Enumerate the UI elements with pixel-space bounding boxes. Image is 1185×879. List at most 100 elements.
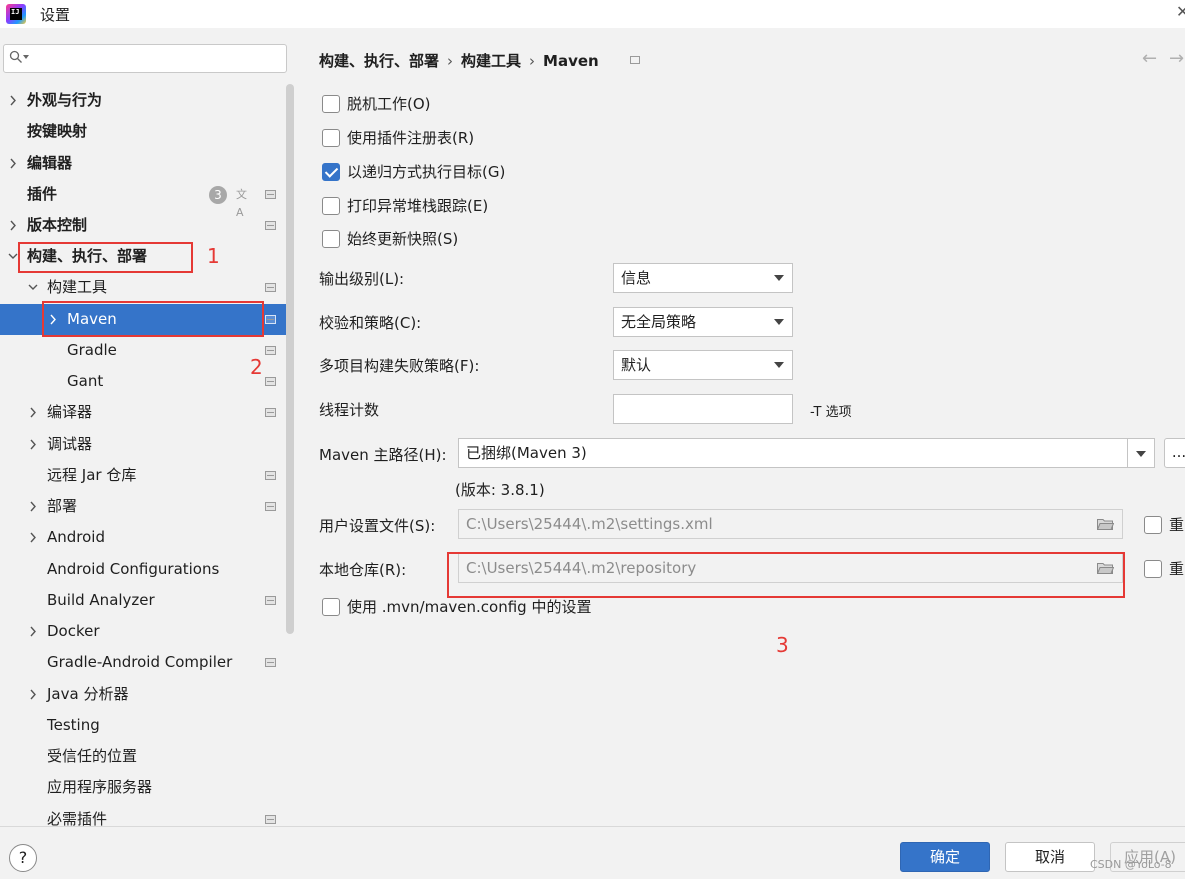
folder-icon[interactable] (1097, 518, 1114, 530)
chevron-down-icon[interactable] (8, 241, 18, 272)
sidebar-item[interactable]: 外观与行为 (0, 85, 286, 116)
sidebar-item[interactable]: Gradle (0, 335, 286, 366)
settings-sidebar: 外观与行为 按键映射 编辑器 插件 3 文A 版本控制 构建、执行、部署 构建工具 Maven Gr… (0, 28, 297, 826)
dialog-footer: ? 确定 取消 应用(A) CSDN @YoLo-8 (0, 826, 1185, 879)
chevron-right-icon[interactable] (28, 679, 38, 710)
sidebar-item-label: 编辑器 (27, 154, 73, 172)
threads-input[interactable] (613, 394, 793, 424)
threads-hint: -T 选项 (810, 405, 852, 420)
sidebar-item-label: Gradle-Android Compiler (47, 653, 233, 671)
cancel-button[interactable]: 取消 (1005, 842, 1095, 872)
multiproject-label: 多项目构建失败策略(F): (319, 357, 480, 375)
print-stack-label: 打印异常堆栈跟踪(E) (347, 197, 489, 215)
multiproject-value: 默认 (621, 356, 652, 374)
annotation-number-3: 3 (776, 633, 789, 657)
ok-button[interactable]: 确定 (900, 842, 990, 872)
chevron-right-icon[interactable] (8, 85, 18, 116)
breadcrumb-item-current: Maven (543, 52, 599, 70)
plugin-registry-checkbox[interactable] (322, 129, 340, 147)
maven-home-label: Maven 主路径(H): (319, 446, 447, 464)
sidebar-item[interactable]: Android Configurations (0, 554, 286, 585)
sidebar-item[interactable]: Testing (0, 710, 286, 741)
always-update-checkbox[interactable] (322, 230, 340, 248)
always-update-label: 始终更新快照(S) (347, 230, 459, 248)
sidebar-scrollbar[interactable] (286, 84, 294, 634)
sidebar-item[interactable]: Java 分析器 (0, 679, 286, 710)
chevron-down-icon[interactable] (28, 272, 38, 303)
print-stack-checkbox[interactable] (322, 197, 340, 215)
back-arrow-icon[interactable]: ← (1142, 48, 1157, 69)
sidebar-item[interactable]: 构建工具 (0, 272, 286, 303)
annotation-box-3 (447, 552, 1125, 598)
sidebar-item[interactable]: Gradle-Android Compiler (0, 647, 286, 678)
project-scope-icon (265, 221, 276, 230)
sidebar-item[interactable]: 版本控制 (0, 210, 286, 241)
sidebar-item[interactable]: 应用程序服务器 (0, 772, 286, 803)
offline-checkbox[interactable] (322, 95, 340, 113)
sidebar-item-label: 版本控制 (27, 216, 88, 234)
recursive-label: 以递归方式执行目标(G) (347, 163, 506, 181)
maven-home-combo[interactable]: 已捆绑(Maven 3) (458, 438, 1128, 468)
help-button[interactable]: ? (9, 844, 37, 872)
user-settings-value: C:\Users\25444\.m2\settings.xml (466, 515, 713, 533)
maven-version-text: (版本: 3.8.1) (455, 481, 545, 499)
chevron-right-icon[interactable] (28, 522, 38, 553)
override-settings-label: 重 (1169, 516, 1185, 534)
project-scope-icon (265, 471, 276, 480)
sidebar-item[interactable]: 部署 (0, 491, 286, 522)
sidebar-item[interactable]: Build Analyzer (0, 585, 286, 616)
chevron-down-icon (774, 362, 784, 368)
search-input[interactable] (3, 44, 287, 73)
maven-settings-panel: 构建、执行、部署 › 构建工具 › Maven ← → 脱机工作(O) 使用插件注册表(… (297, 28, 1185, 826)
sidebar-item[interactable]: Docker (0, 616, 286, 647)
forward-arrow-icon[interactable]: → (1169, 48, 1184, 69)
chevron-right-icon[interactable] (28, 491, 38, 522)
sidebar-item[interactable]: Android (0, 522, 286, 553)
sidebar-item[interactable]: 编辑器 (0, 148, 286, 179)
project-scope-icon (630, 56, 640, 64)
threads-label: 线程计数 (319, 401, 380, 419)
sidebar-item[interactable]: Gant (0, 366, 286, 397)
multiproject-select[interactable]: 默认 (613, 350, 793, 380)
annotation-number-1: 1 (207, 244, 220, 268)
sidebar-item[interactable]: 编译器 (0, 397, 286, 428)
breadcrumb-separator: › (529, 52, 536, 70)
sidebar-item[interactable]: 受信任的位置 (0, 741, 286, 772)
sidebar-item-label: Build Analyzer (47, 591, 155, 609)
sidebar-item-label: Android (47, 528, 105, 546)
sidebar-item-label: 外观与行为 (27, 91, 103, 109)
maven-home-dropdown-button[interactable] (1127, 438, 1155, 468)
translate-icon: 文A (236, 188, 247, 219)
sidebar-item[interactable]: 插件 3 文A (0, 179, 286, 219)
sidebar-item[interactable]: 远程 Jar 仓库 (0, 460, 286, 491)
chevron-right-icon[interactable] (8, 148, 18, 179)
chevron-right-icon[interactable] (28, 429, 38, 460)
chevron-right-icon[interactable] (28, 616, 38, 647)
close-icon[interactable]: ✕ (1176, 2, 1185, 21)
user-settings-field[interactable]: C:\Users\25444\.m2\settings.xml (458, 509, 1123, 539)
chevron-right-icon[interactable] (8, 210, 18, 241)
override-repo-checkbox[interactable] (1144, 560, 1162, 578)
sidebar-item-label: Gant (67, 372, 104, 390)
sidebar-item-label: 部署 (47, 497, 78, 515)
chevron-right-icon[interactable] (28, 397, 38, 428)
watermark: CSDN @YoLo-8 (1090, 858, 1172, 871)
project-scope-icon (265, 502, 276, 511)
sidebar-item[interactable]: 调试器 (0, 429, 286, 460)
sidebar-item-label: Testing (47, 716, 100, 734)
chevron-down-icon (774, 319, 784, 325)
sidebar-item[interactable]: 按键映射 (0, 116, 286, 147)
plugin-registry-label: 使用插件注册表(R) (347, 129, 475, 147)
sidebar-item-label: 构建工具 (47, 278, 108, 296)
offline-label: 脱机工作(O) (347, 95, 431, 113)
recursive-checkbox[interactable] (322, 163, 340, 181)
checksum-value: 无全局策略 (621, 313, 697, 331)
sidebar-item-label: Docker (47, 622, 100, 640)
output-level-select[interactable]: 信息 (613, 263, 793, 293)
maven-home-browse-button[interactable]: ... (1164, 438, 1185, 468)
checksum-select[interactable]: 无全局策略 (613, 307, 793, 337)
sidebar-item[interactable]: 必需插件 (0, 804, 286, 826)
override-settings-checkbox[interactable] (1144, 516, 1162, 534)
checksum-label: 校验和策略(C): (319, 314, 422, 332)
use-mvn-config-checkbox[interactable] (322, 598, 340, 616)
